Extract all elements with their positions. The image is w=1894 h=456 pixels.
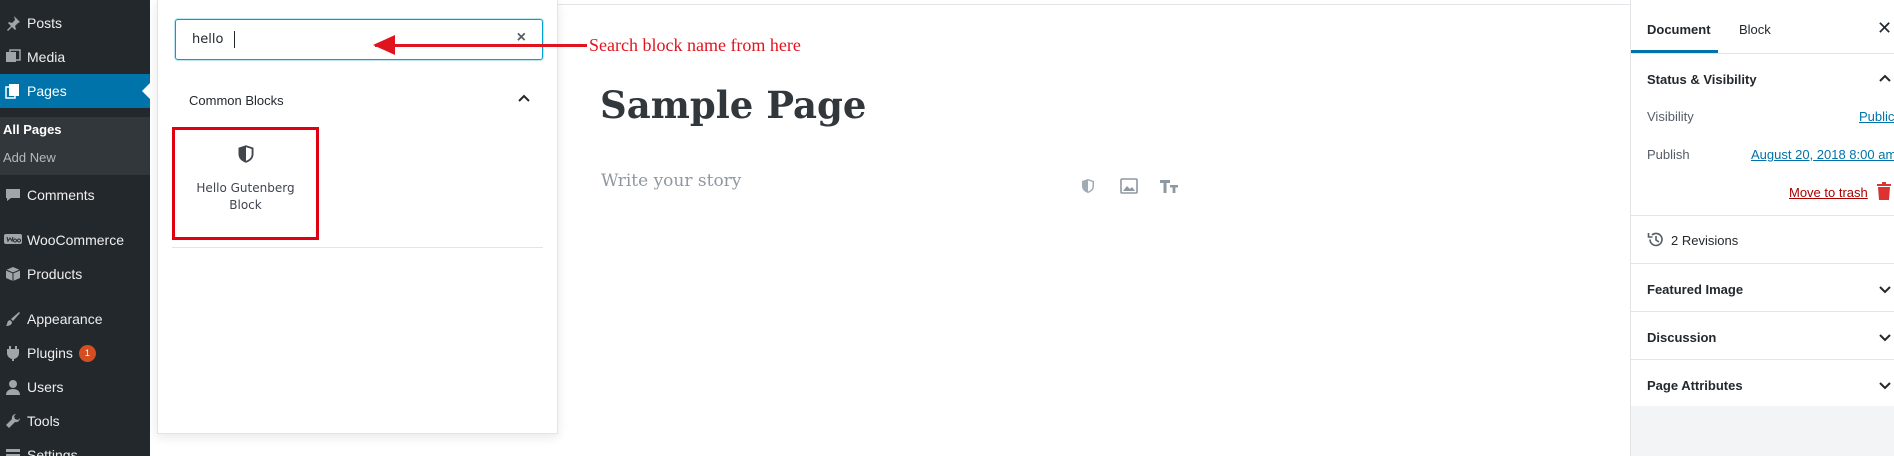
plugins-update-badge: 1 [78, 344, 96, 362]
menu-item-plugins[interactable]: Plugins 1 [0, 336, 150, 370]
box-icon [0, 257, 26, 291]
menu-item-woocommerce[interactable]: WooCommerce [0, 223, 150, 257]
pages-submenu: All Pages Add New [0, 117, 150, 175]
plug-icon [0, 336, 26, 370]
discussion-title[interactable]: Discussion [1647, 330, 1716, 345]
featured-image-title[interactable]: Featured Image [1647, 282, 1743, 297]
tab-document[interactable]: Document [1647, 22, 1711, 37]
panel-divider [172, 247, 543, 248]
section-divider [1631, 215, 1894, 216]
paragraph-placeholder[interactable]: Write your story [601, 171, 741, 191]
user-icon [0, 370, 26, 404]
menu-label-users: Users [27, 379, 64, 395]
history-icon [1647, 231, 1664, 248]
menu-label-plugins: Plugins [27, 345, 73, 361]
chevron-down-icon[interactable] [1877, 329, 1893, 345]
menu-item-pages[interactable]: Pages [0, 74, 150, 108]
revisions-link[interactable]: 2 Revisions [1671, 233, 1738, 248]
publish-label: Publish [1647, 147, 1690, 162]
visibility-label: Visibility [1647, 109, 1694, 124]
menu-label-woocommerce: WooCommerce [27, 232, 124, 248]
annotation-arrow-line [375, 44, 587, 47]
page-attributes-title[interactable]: Page Attributes [1647, 378, 1743, 393]
menu-item-posts[interactable]: Posts [0, 6, 150, 40]
menu-label-pages: Pages [27, 83, 67, 99]
comment-icon [0, 178, 26, 212]
admin-sidebar: Posts Media Pages All Pages Add New Comm… [0, 0, 150, 456]
sidebar-empty-area [1631, 406, 1894, 456]
hello-gutenberg-block-item[interactable]: Hello Gutenberg Block [172, 127, 319, 240]
menu-item-settings[interactable]: Settings [0, 438, 150, 456]
tabs-divider [1631, 53, 1894, 54]
chevron-down-icon[interactable] [1877, 281, 1893, 297]
section-divider [1631, 263, 1894, 264]
visibility-link[interactable]: Public [1859, 109, 1894, 124]
menu-label-settings: Settings [27, 447, 78, 456]
chevron-up-icon[interactable] [1877, 71, 1893, 87]
annotation-text: Search block name from here [589, 35, 801, 55]
block-item-label: Hello Gutenberg Block [196, 181, 295, 212]
media-icon [0, 40, 26, 74]
woocommerce-icon [0, 223, 26, 257]
tab-block[interactable]: Block [1739, 22, 1771, 37]
section-divider [1631, 311, 1894, 312]
menu-item-media[interactable]: Media [0, 40, 150, 74]
menu-item-users[interactable]: Users [0, 370, 150, 404]
text-caret [234, 31, 235, 48]
post-title[interactable]: Sample Page [600, 83, 866, 127]
shield-icon[interactable] [1076, 174, 1100, 198]
block-inserter-panel: × Common Blocks Hello Gutenberg Block [157, 0, 558, 434]
move-to-trash-link[interactable]: Move to trash [1789, 185, 1868, 200]
trash-icon[interactable] [1877, 182, 1891, 200]
chevron-up-icon[interactable] [515, 90, 533, 108]
menu-label-appearance: Appearance [27, 311, 103, 327]
editor-header-divider [558, 4, 1630, 5]
image-icon[interactable] [1117, 174, 1141, 198]
menu-item-products[interactable]: Products [0, 257, 150, 291]
block-search-input[interactable] [176, 20, 496, 59]
shield-icon [236, 144, 256, 164]
close-icon[interactable]: ✕ [1877, 18, 1892, 39]
chevron-down-icon[interactable] [1877, 377, 1893, 393]
publish-date-link[interactable]: August 20, 2018 8:00 am [1751, 147, 1894, 162]
submenu-add-new[interactable]: Add New [3, 150, 56, 165]
menu-item-comments[interactable]: Comments [0, 178, 150, 212]
wrench-icon [0, 404, 26, 438]
common-blocks-title: Common Blocks [189, 93, 284, 108]
menu-label-products: Products [27, 266, 83, 282]
menu-item-appearance[interactable]: Appearance [0, 302, 150, 336]
annotation-arrow-head [373, 35, 395, 55]
status-visibility-title[interactable]: Status & Visibility [1647, 72, 1757, 87]
paintbrush-icon [0, 302, 26, 336]
heading-icon[interactable] [1157, 174, 1181, 198]
pages-icon [0, 74, 26, 108]
pushpin-icon [0, 6, 26, 40]
settings-sidebar: Document Block ✕ Status & Visibility Vis… [1630, 0, 1894, 456]
menu-label-posts: Posts [27, 15, 63, 31]
section-divider [1631, 359, 1894, 360]
menu-label-media: Media [27, 49, 66, 65]
block-search-box[interactable]: × [175, 19, 543, 60]
menu-label-tools: Tools [27, 413, 60, 429]
menu-item-tools[interactable]: Tools [0, 404, 150, 438]
menu-label-comments: Comments [27, 187, 95, 203]
settings-icon [0, 438, 26, 456]
submenu-all-pages[interactable]: All Pages [3, 122, 62, 137]
